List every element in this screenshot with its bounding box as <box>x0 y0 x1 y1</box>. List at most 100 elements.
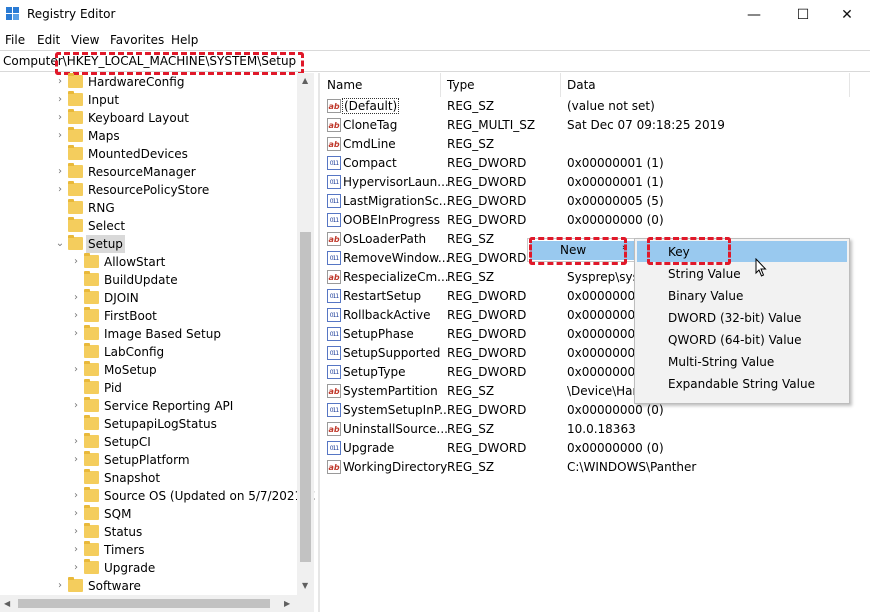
value-row[interactable]: ab UninstallSource... REG_SZ 10.0.18363 <box>321 420 861 439</box>
tree-item[interactable]: › SQM <box>70 505 300 523</box>
column-header-name[interactable]: Name <box>327 78 362 92</box>
value-row[interactable]: 011 HypervisorLaun... REG_DWORD 0x00000001 … <box>321 173 861 192</box>
tree-item[interactable]: › Keyboard Layout <box>54 109 300 127</box>
tree-item-label: Pid <box>104 381 122 395</box>
tree-item[interactable]: › Input <box>54 91 300 109</box>
expand-chevron-icon[interactable]: › <box>70 397 82 415</box>
menu-view[interactable]: View <box>71 33 99 47</box>
tree-item[interactable]: › Source OS (Updated on 5/7/2021 13:5 <box>70 487 315 505</box>
menu-favorites[interactable]: Favorites <box>110 33 164 47</box>
value-row[interactable]: 011 OOBEInProgress REG_DWORD 0x00000000 (0) <box>321 211 861 230</box>
tree-item[interactable]: Snapshot <box>70 469 300 487</box>
value-name: SystemPartition <box>343 384 438 398</box>
tree-item[interactable]: › Timers <box>70 541 300 559</box>
submenu-item-binary-value[interactable]: Binary Value <box>668 285 743 307</box>
expand-chevron-icon[interactable]: › <box>70 433 82 451</box>
expand-chevron-icon[interactable]: › <box>70 307 82 325</box>
value-row[interactable]: ab (Default) REG_SZ (value not set) <box>321 97 861 116</box>
key-tree-pane[interactable]: › HardwareConfig › Input › Keyboard Layout › Ma… <box>0 73 315 612</box>
expand-chevron-icon[interactable]: › <box>70 505 82 523</box>
value-row[interactable]: ab CloneTag REG_MULTI_SZ Sat Dec 07 09:18:2… <box>321 116 861 135</box>
expand-chevron-icon[interactable]: › <box>54 577 66 595</box>
folder-icon <box>84 523 99 538</box>
folder-icon <box>84 451 99 466</box>
scroll-down-arrow-icon[interactable]: ▼ <box>302 581 308 590</box>
tree-vertical-scrollbar[interactable]: ▲ ▼ <box>297 73 314 595</box>
tree-horizontal-scrollbar[interactable]: ◀ ▶ <box>0 595 314 612</box>
submenu-item-qword-value[interactable]: QWORD (64-bit) Value <box>668 329 802 351</box>
value-name: SystemSetupInP... <box>343 403 451 417</box>
tree-item[interactable]: › Status <box>70 523 300 541</box>
minimize-button[interactable]: — <box>731 0 777 30</box>
close-button[interactable]: ✕ <box>824 0 870 30</box>
tree-item[interactable]: › HardwareConfig <box>54 73 300 91</box>
scroll-right-arrow-icon[interactable]: ▶ <box>284 599 290 608</box>
tree-item[interactable]: ⌄ Setup <box>54 235 300 253</box>
tree-item[interactable]: › AllowStart <box>70 253 300 271</box>
tree-item[interactable]: › MoSetup <box>70 361 300 379</box>
maximize-button[interactable]: ☐ <box>780 0 826 30</box>
expand-chevron-icon[interactable]: › <box>54 181 66 199</box>
expand-chevron-icon[interactable]: › <box>54 127 66 145</box>
expand-chevron-icon[interactable]: › <box>54 73 66 91</box>
collapse-chevron-icon[interactable]: ⌄ <box>54 235 66 253</box>
column-divider[interactable] <box>849 73 850 97</box>
expand-chevron-icon[interactable]: › <box>70 541 82 559</box>
submenu-item-expandable-string-value[interactable]: Expandable String Value <box>668 373 815 395</box>
tree-item-label: Snapshot <box>104 471 161 485</box>
tree-item[interactable]: › Image Based Setup <box>70 325 300 343</box>
value-row[interactable]: 011 Compact REG_DWORD 0x00000001 (1) <box>321 154 861 173</box>
tree-item[interactable]: Select <box>54 217 300 235</box>
submenu-item-dword-value[interactable]: DWORD (32-bit) Value <box>668 307 801 329</box>
expand-chevron-icon[interactable]: › <box>70 289 82 307</box>
value-row[interactable]: 011 Upgrade REG_DWORD 0x00000000 (0) <box>321 439 861 458</box>
tree-item[interactable]: › SetupPlatform <box>70 451 300 469</box>
tree-item[interactable]: SetupapiLogStatus <box>70 415 300 433</box>
submenu-item-multi-string-value[interactable]: Multi-String Value <box>668 351 774 373</box>
value-row[interactable]: 011 LastMigrationSc... REG_DWORD 0x00000005… <box>321 192 861 211</box>
tree-item[interactable]: RNG <box>54 199 300 217</box>
menu-file[interactable]: File <box>5 33 25 47</box>
tree-item[interactable]: › Service Reporting API <box>70 397 300 415</box>
folder-icon <box>84 325 99 340</box>
expand-chevron-icon[interactable]: › <box>54 91 66 109</box>
column-divider[interactable] <box>440 73 441 97</box>
column-header-data[interactable]: Data <box>567 78 596 92</box>
address-bar[interactable]: Computer\HKEY_LOCAL_MACHINE\SYSTEM\Setup <box>0 50 870 75</box>
column-header-type[interactable]: Type <box>447 78 475 92</box>
expand-chevron-icon[interactable]: › <box>70 253 82 271</box>
tree-item[interactable]: › ResourceManager <box>54 163 300 181</box>
expand-chevron-icon[interactable]: › <box>70 325 82 343</box>
tree-item[interactable]: › Maps <box>54 127 300 145</box>
expand-chevron-icon[interactable]: › <box>54 163 66 181</box>
tree-item[interactable]: BuildUpdate <box>70 271 300 289</box>
scroll-up-arrow-icon[interactable]: ▲ <box>302 76 308 85</box>
value-type: REG_DWORD <box>447 441 527 455</box>
scroll-left-arrow-icon[interactable]: ◀ <box>4 599 10 608</box>
pane-splitter[interactable] <box>318 73 320 612</box>
tree-item[interactable]: › FirstBoot <box>70 307 300 325</box>
tree-item[interactable]: › ResourcePolicyStore <box>54 181 300 199</box>
tree-item[interactable]: LabConfig <box>70 343 300 361</box>
value-row[interactable]: ab WorkingDirectory REG_SZ C:\WINDOWS\Panth… <box>321 458 861 477</box>
menu-edit[interactable]: Edit <box>37 33 60 47</box>
tree-item[interactable]: › Upgrade <box>70 559 300 577</box>
expand-chevron-icon[interactable]: › <box>54 109 66 127</box>
value-row[interactable]: ab CmdLine REG_SZ <box>321 135 861 154</box>
submenu-item-string-value[interactable]: String Value <box>668 263 741 285</box>
expand-chevron-icon[interactable]: › <box>70 487 82 505</box>
column-divider[interactable] <box>560 73 561 97</box>
tree-item[interactable]: MountedDevices <box>54 145 300 163</box>
expand-chevron-icon[interactable]: › <box>70 523 82 541</box>
tree-item[interactable]: › DJOIN <box>70 289 300 307</box>
tree-vertical-scroll-thumb[interactable] <box>300 232 311 562</box>
tree-horizontal-scroll-thumb[interactable] <box>18 599 270 608</box>
tree-item[interactable]: Pid <box>70 379 300 397</box>
expand-chevron-icon[interactable]: › <box>70 361 82 379</box>
tree-item[interactable]: › SetupCI <box>70 433 300 451</box>
tree-item[interactable]: › Software <box>54 577 300 595</box>
expand-chevron-icon[interactable]: › <box>70 559 82 577</box>
value-name: OOBEInProgress <box>343 213 441 227</box>
menu-help[interactable]: Help <box>171 33 198 47</box>
expand-chevron-icon[interactable]: › <box>70 451 82 469</box>
